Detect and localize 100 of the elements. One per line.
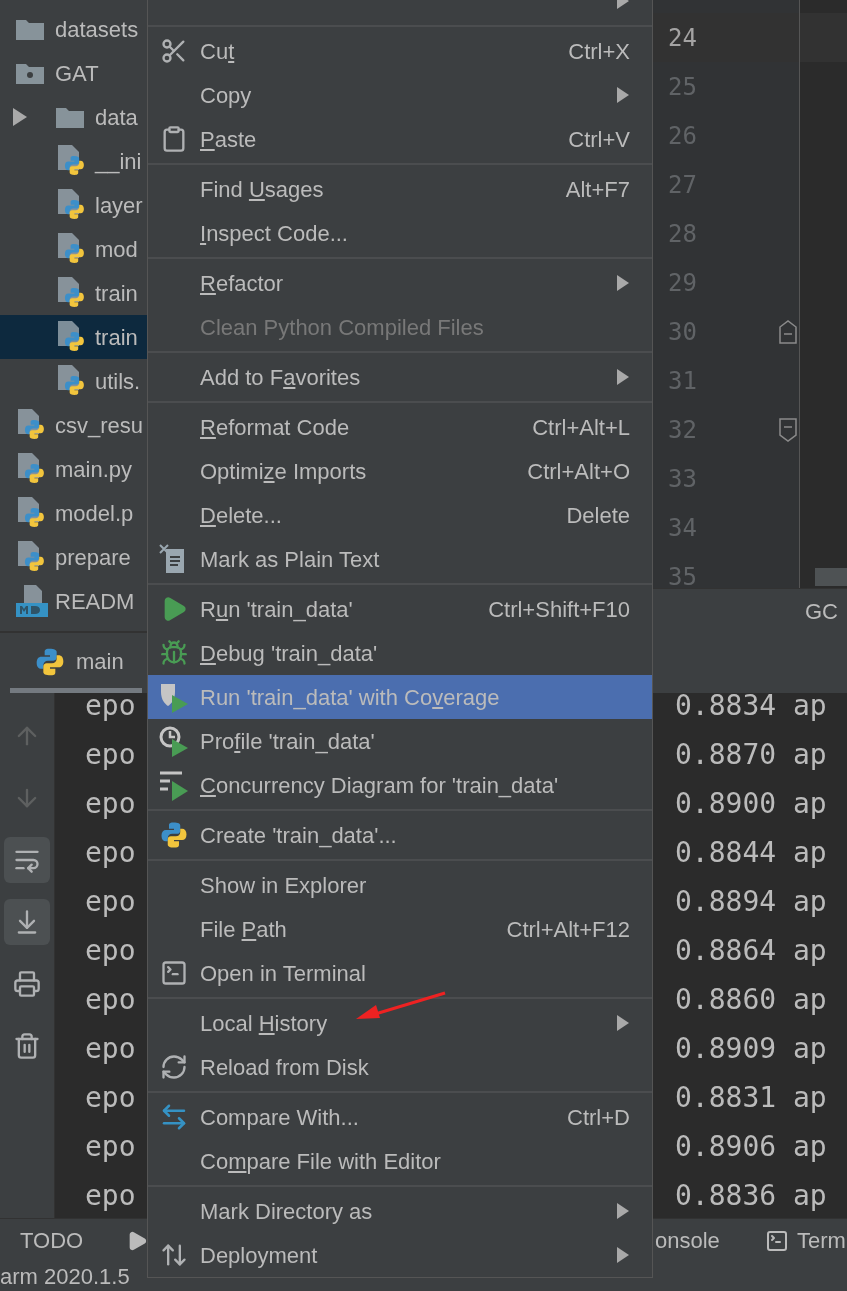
tree-item[interactable]: csv_resu xyxy=(0,403,148,447)
menu-item[interactable]: Mark Directory as xyxy=(148,1189,652,1233)
tree-item[interactable]: layer xyxy=(0,183,148,227)
console-text: 0.8864 ap xyxy=(675,933,827,967)
python-file-icon xyxy=(15,540,45,574)
tree-item[interactable]: train xyxy=(0,315,148,359)
menu-item[interactable]: File Path Ctrl+Alt+F12 xyxy=(148,907,652,951)
submenu-arrow-icon xyxy=(616,1202,630,1220)
tree-item[interactable]: train xyxy=(0,271,148,315)
coverage-shield-icon xyxy=(158,681,190,713)
python-file-icon xyxy=(55,364,85,398)
fold-marker-icon[interactable] xyxy=(778,416,798,443)
python-file-icon xyxy=(15,408,45,442)
shortcut-label: Ctrl+V xyxy=(568,125,630,154)
tree-item[interactable]: datasets xyxy=(0,7,148,51)
markdown-file-icon xyxy=(15,584,49,618)
submenu-arrow-icon xyxy=(616,1246,630,1264)
shortcut-label: Ctrl+Alt+F12 xyxy=(506,915,630,944)
menu-item[interactable]: Reformat Code Ctrl+Alt+L xyxy=(148,405,652,449)
python-file-icon xyxy=(55,320,85,354)
menu-item[interactable]: Profile 'train_data' xyxy=(148,719,652,763)
submenu-arrow-icon xyxy=(616,1014,630,1032)
menu-item[interactable]: Delete... Delete xyxy=(148,493,652,537)
tree-item[interactable]: mod xyxy=(0,227,148,271)
shortcut-label: Delete xyxy=(566,501,630,530)
console-text: epo xyxy=(85,884,136,918)
python-file-icon xyxy=(15,496,45,530)
tree-item[interactable]: data xyxy=(0,95,148,139)
line-number: 24 xyxy=(667,22,697,54)
trash-icon[interactable] xyxy=(13,1032,41,1060)
submenu-arrow-icon xyxy=(616,368,630,386)
tree-item[interactable]: main.py xyxy=(0,447,148,491)
tree-item[interactable]: __ini xyxy=(0,139,148,183)
tool-window-tab[interactable]: onsole xyxy=(655,1224,765,1257)
menu-item[interactable]: Optimize Imports Ctrl+Alt+O xyxy=(148,449,652,493)
console-text: 0.8836 ap xyxy=(675,1178,827,1212)
submenu-arrow-icon xyxy=(616,274,630,292)
fold-marker-icon[interactable] xyxy=(778,318,798,345)
python-file-icon xyxy=(55,232,85,266)
python-file-icon xyxy=(55,276,85,310)
python-file-icon xyxy=(55,188,85,222)
menu-item[interactable]: Compare With... Ctrl+D xyxy=(148,1095,652,1139)
tree-item[interactable]: model.p xyxy=(0,491,148,535)
folder-icon xyxy=(15,17,45,41)
collapsed-arrow-icon[interactable] xyxy=(12,108,28,126)
menu-item[interactable]: Find Usages Alt+F7 xyxy=(148,167,652,211)
console-text: 0.8831 ap xyxy=(675,1080,827,1114)
shortcut-label: Alt+F7 xyxy=(565,175,630,204)
menu-item[interactable]: Mark as Plain Text xyxy=(148,537,652,581)
menu-item[interactable]: Create 'train_data'... xyxy=(148,813,652,857)
menu-item[interactable]: Open in Terminal xyxy=(148,951,652,995)
console-text: 0.8909 ap xyxy=(675,1031,827,1065)
tree-item[interactable]: GAT xyxy=(0,51,148,95)
console-text: epo xyxy=(85,933,136,967)
menu-item[interactable]: Cut Ctrl+X xyxy=(148,29,652,73)
print-icon[interactable] xyxy=(13,970,41,998)
shortcut-label: Ctrl+Alt+O xyxy=(527,457,630,486)
tool-window-tab[interactable]: Term xyxy=(797,1224,846,1257)
menu-item[interactable]: Compare File with Editor xyxy=(148,1139,652,1183)
terminal-icon xyxy=(160,959,188,987)
menu-item[interactable]: Deployment xyxy=(148,1233,652,1277)
menu-item[interactable]: Copy xyxy=(148,73,652,117)
menu-item[interactable]: Add to Favorites xyxy=(148,355,652,399)
console-text: epo xyxy=(85,786,136,820)
console-text: 0.8860 ap xyxy=(675,982,827,1016)
menu-item[interactable]: Refactor xyxy=(148,261,652,305)
menu-item[interactable]: Show in Explorer xyxy=(148,863,652,907)
menu-item[interactable]: Paste Ctrl+V xyxy=(148,117,652,161)
menu-item[interactable]: Concurrency Diagram for 'train_data' xyxy=(148,763,652,807)
console-text: epo xyxy=(85,982,136,1016)
tree-item[interactable]: utils. xyxy=(0,359,148,403)
shortcut-label: Ctrl+X xyxy=(568,37,630,66)
menu-item[interactable]: Debug 'train_data' xyxy=(148,631,652,675)
refresh-icon xyxy=(160,1053,188,1081)
tool-window-tab[interactable]: TODO xyxy=(0,1224,126,1257)
horizontal-scrollbar[interactable] xyxy=(815,568,847,586)
terminal-icon[interactable] xyxy=(765,1228,789,1253)
menu-item[interactable]: Reload from Disk xyxy=(148,1045,652,1089)
editor-tab[interactable]: GC xyxy=(805,594,838,628)
console-text: 0.8870 ap xyxy=(675,737,827,771)
menu-item[interactable]: Run 'train_data' Ctrl+Shift+F10 xyxy=(148,587,652,631)
console-text: 0.8906 ap xyxy=(675,1129,827,1163)
console-text: 0.8894 ap xyxy=(675,884,827,918)
menu-item[interactable]: Local History xyxy=(148,1001,652,1045)
shortcut-label: Ctrl+D xyxy=(567,1103,630,1132)
shortcut-label: Ctrl+Shift+F10 xyxy=(488,595,630,624)
module-folder-icon xyxy=(15,61,45,85)
menu-item[interactable]: Inspect Code... xyxy=(148,211,652,255)
bug-icon xyxy=(160,639,188,667)
tree-item[interactable]: prepare xyxy=(0,535,148,579)
python-file-icon xyxy=(55,144,85,178)
console-text: epo xyxy=(85,1129,136,1163)
console-text: epo xyxy=(85,1178,136,1212)
console-text: epo xyxy=(85,737,136,771)
status-bar-text: arm 2020.1.5 xyxy=(0,1263,130,1291)
folder-icon xyxy=(55,105,85,129)
profile-clock-icon xyxy=(158,725,190,757)
tree-item[interactable]: READM xyxy=(0,579,148,623)
console-text: 0.8844 ap xyxy=(675,835,827,869)
console-text: 0.8900 ap xyxy=(675,786,827,820)
